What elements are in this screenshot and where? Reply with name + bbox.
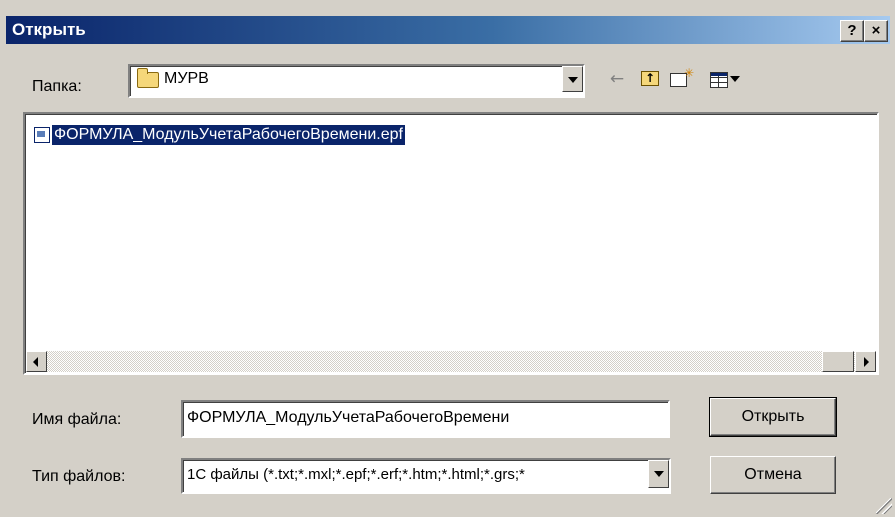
filetype-dropdown-button[interactable] [648, 460, 669, 488]
folder-label: Папка: [32, 78, 82, 95]
horizontal-scrollbar[interactable] [26, 351, 876, 372]
folder-dropdown-button[interactable] [562, 66, 583, 92]
filename-label: Имя файла: [32, 411, 122, 428]
cancel-button[interactable]: Отмена [710, 456, 836, 494]
title-bar[interactable]: Открыть ? × [6, 16, 890, 44]
scroll-left-button[interactable] [26, 351, 47, 372]
scroll-right-button[interactable] [855, 351, 876, 372]
folder-name: МУРВ [164, 70, 209, 87]
list-item[interactable]: ФОРМУЛА_МодульУчетаРабочегоВремени.epf [34, 124, 405, 146]
dialog-title: Открыть [12, 20, 86, 39]
filetype-value: 1С файлы (*.txt;*.mxl;*.epf;*.erf;*.htm;… [187, 466, 525, 483]
help-button[interactable]: ? [840, 20, 864, 42]
file-icon [34, 127, 50, 143]
details-view-icon [710, 72, 728, 88]
filename-value: ФОРМУЛА_МодульУчетаРабочегоВремени [187, 409, 510, 426]
open-button[interactable]: Открыть [709, 397, 837, 437]
file-name: ФОРМУЛА_МодульУчетаРабочегоВремени.epf [52, 125, 405, 145]
folder-combo[interactable]: МУРВ [128, 64, 585, 98]
scroll-thumb[interactable] [822, 351, 854, 372]
open-file-dialog: Открыть ? × Папка: МУРВ ← ↑ ✳ ФОРМУЛА_Мо… [0, 0, 895, 517]
filetype-label: Тип файлов: [32, 468, 126, 485]
view-menu-icon[interactable] [708, 67, 754, 91]
chevron-down-icon [730, 76, 740, 82]
sparkle-icon: ✳ [684, 66, 695, 80]
up-arrow-icon: ↑ [645, 71, 656, 85]
resize-grip[interactable] [876, 498, 892, 514]
back-arrow-icon[interactable]: ← [606, 67, 628, 91]
close-button[interactable]: × [864, 20, 888, 42]
filetype-select[interactable]: 1С файлы (*.txt;*.mxl;*.epf;*.erf;*.htm;… [181, 458, 671, 494]
file-list[interactable]: ФОРМУЛА_МодульУчетаРабочегоВремени.epf [23, 112, 879, 375]
filename-input[interactable]: ФОРМУЛА_МодульУчетаРабочегоВремени [181, 400, 670, 438]
new-folder-icon[interactable]: ✳ [668, 67, 696, 91]
folder-up-icon[interactable]: ↑ [638, 67, 662, 91]
folder-icon [137, 68, 159, 88]
